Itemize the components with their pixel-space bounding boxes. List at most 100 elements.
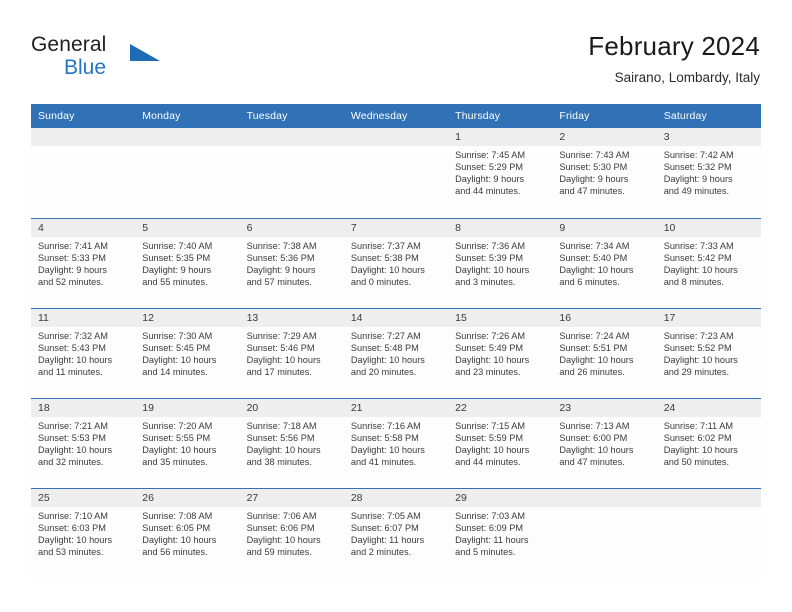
daylight-text-line2: and 55 minutes.	[142, 276, 208, 287]
calendar-day-cell[interactable]: 24 Sunrise: 7:11 AM Sunset: 6:02 PM Dayligh…	[656, 397, 761, 488]
sun-info: Sunrise: 7:03 AM Sunset: 6:09 PM Daylight:…	[448, 507, 552, 558]
sun-info: Sunrise: 7:11 AM Sunset: 6:02 PM Daylight:…	[657, 417, 761, 468]
sunset-text: Sunset: 5:48 PM	[350, 342, 419, 353]
calendar-week-row: 1 Sunrise: 7:45 AM Sunset: 5:29 PM Daylight…	[31, 128, 761, 218]
sun-info: Sunrise: 7:38 AM Sunset: 5:36 PM Daylight:…	[240, 237, 344, 288]
daylight-text-line2: and 29 minutes.	[663, 366, 730, 377]
logo-text-general: General	[31, 33, 107, 56]
sun-info: Sunrise: 7:45 AM Sunset: 5:29 PM Daylight:…	[448, 146, 552, 197]
daylight-text-line1: Daylight: 9 hours	[246, 264, 316, 275]
sunset-text: Sunset: 5:53 PM	[38, 432, 106, 443]
daylight-text-line2: and 52 minutes.	[38, 276, 104, 287]
sunset-text: Sunset: 5:42 PM	[663, 252, 732, 263]
sunset-text: Sunset: 6:02 PM	[663, 432, 732, 443]
sunrise-text: Sunrise: 7:06 AM	[246, 510, 317, 521]
calendar-day-cell[interactable]: 7 Sunrise: 7:37 AM Sunset: 5:38 PM Daylight…	[343, 217, 449, 308]
sun-info: Sunrise: 7:23 AM Sunset: 5:52 PM Daylight:…	[657, 327, 761, 378]
daylight-text-line1: Daylight: 9 hours	[142, 264, 212, 275]
sunset-text: Sunset: 5:46 PM	[246, 342, 315, 353]
sunrise-text: Sunrise: 7:38 AM	[246, 240, 317, 251]
calendar-day-cell[interactable]: 26 Sunrise: 7:08 AM Sunset: 6:05 PM Dayligh…	[135, 487, 240, 578]
calendar-day-cell[interactable]: 11 Sunrise: 7:32 AM Sunset: 5:43 PM Dayligh…	[31, 307, 136, 398]
sun-info: Sunrise: 7:15 AM Sunset: 5:59 PM Daylight:…	[448, 417, 552, 468]
sunrise-text: Sunrise: 7:45 AM	[455, 150, 526, 160]
day-number: 16	[552, 308, 657, 327]
daylight-text-line1: Daylight: 10 hours	[38, 354, 113, 365]
calendar-day-cell[interactable]: 28 Sunrise: 7:05 AM Sunset: 6:07 PM Dayligh…	[343, 487, 449, 578]
sunrise-text: Sunrise: 7:11 AM	[663, 420, 733, 431]
daylight-text-line1: Daylight: 9 hours	[38, 264, 107, 275]
sunrise-text: Sunrise: 7:36 AM	[455, 240, 526, 251]
calendar-day-cell[interactable]: 15 Sunrise: 7:26 AM Sunset: 5:49 PM Dayligh…	[448, 307, 553, 398]
calendar-day-cell[interactable]: 19 Sunrise: 7:20 AM Sunset: 5:55 PM Dayligh…	[135, 397, 240, 488]
daylight-text-line1: Daylight: 11 hours	[350, 534, 425, 545]
weekday-header-thursday: Thursday	[448, 104, 553, 128]
sunrise-text: Sunrise: 7:20 AM	[142, 420, 213, 431]
day-number: 6	[239, 218, 344, 237]
calendar-day-cell[interactable]: 17 Sunrise: 7:23 AM Sunset: 5:52 PM Dayligh…	[656, 307, 761, 398]
daylight-text-line2: and 41 minutes.	[350, 456, 417, 467]
day-number: 9	[552, 218, 657, 237]
calendar-day-cell[interactable]: 5 Sunrise: 7:40 AM Sunset: 5:35 PM Daylight…	[135, 217, 240, 308]
sun-info: Sunrise: 7:20 AM Sunset: 5:55 PM Daylight:…	[135, 417, 239, 468]
sun-info: Sunrise: 7:10 AM Sunset: 6:03 PM Daylight:…	[31, 507, 135, 558]
calendar-day-cell[interactable]: 6 Sunrise: 7:38 AM Sunset: 5:36 PM Daylight…	[239, 217, 344, 308]
calendar-day-cell[interactable]: 29 Sunrise: 7:03 AM Sunset: 6:09 PM Dayligh…	[448, 487, 553, 578]
calendar-day-cell[interactable]: 16 Sunrise: 7:24 AM Sunset: 5:51 PM Dayligh…	[552, 307, 657, 398]
day-number: 15	[448, 308, 553, 327]
calendar-day-cell[interactable]: 18 Sunrise: 7:21 AM Sunset: 5:53 PM Dayligh…	[31, 397, 136, 488]
calendar-day-cell[interactable]: 12 Sunrise: 7:30 AM Sunset: 5:45 PM Dayligh…	[135, 307, 240, 398]
calendar-day-cell-empty	[239, 128, 344, 218]
daylight-text-line2: and 11 minutes.	[38, 366, 103, 377]
daylight-text-line2: and 35 minutes.	[142, 456, 208, 467]
calendar-day-cell[interactable]: 2 Sunrise: 7:43 AM Sunset: 5:30 PM Daylight…	[552, 128, 657, 218]
calendar-day-cell[interactable]: 3 Sunrise: 7:42 AM Sunset: 5:32 PM Daylight…	[656, 128, 761, 218]
daylight-text-line1: Daylight: 10 hours	[246, 534, 321, 545]
sunset-text: Sunset: 6:05 PM	[142, 522, 211, 533]
daylight-text-line1: Daylight: 9 hours	[455, 174, 525, 185]
calendar-day-cell-empty	[552, 487, 657, 578]
sunset-text: Sunset: 5:38 PM	[350, 252, 419, 263]
day-number	[135, 128, 240, 146]
calendar-day-cell[interactable]: 1 Sunrise: 7:45 AM Sunset: 5:29 PM Daylight…	[448, 128, 553, 218]
day-number: 28	[343, 488, 449, 507]
sunrise-text: Sunrise: 7:32 AM	[38, 330, 108, 341]
calendar-day-cell[interactable]: 14 Sunrise: 7:27 AM Sunset: 5:48 PM Dayligh…	[343, 307, 449, 398]
calendar-day-cell[interactable]: 27 Sunrise: 7:06 AM Sunset: 6:06 PM Dayligh…	[239, 487, 344, 578]
day-number: 25	[31, 488, 136, 507]
sunset-text: Sunset: 6:07 PM	[350, 522, 419, 533]
calendar-day-cell[interactable]: 20 Sunrise: 7:18 AM Sunset: 5:56 PM Dayligh…	[239, 397, 344, 488]
calendar-day-cell[interactable]: 22 Sunrise: 7:15 AM Sunset: 5:59 PM Dayligh…	[448, 397, 553, 488]
sun-info: Sunrise: 7:32 AM Sunset: 5:43 PM Daylight:…	[31, 327, 135, 378]
calendar-day-cell[interactable]: 13 Sunrise: 7:29 AM Sunset: 5:46 PM Dayligh…	[239, 307, 344, 398]
calendar-day-cell[interactable]: 25 Sunrise: 7:10 AM Sunset: 6:03 PM Dayligh…	[31, 487, 136, 578]
generalblue-logo[interactable]: General Blue	[31, 34, 211, 90]
daylight-text-line1: Daylight: 10 hours	[38, 444, 113, 455]
daylight-text-line2: and 32 minutes.	[38, 456, 104, 467]
sun-info: Sunrise: 7:21 AM Sunset: 5:53 PM Daylight:…	[31, 417, 135, 468]
daylight-text-line1: Daylight: 10 hours	[559, 264, 634, 275]
calendar-day-cell[interactable]: 4 Sunrise: 7:41 AM Sunset: 5:33 PM Daylight…	[31, 217, 136, 308]
calendar-day-cell[interactable]: 23 Sunrise: 7:13 AM Sunset: 6:00 PM Dayligh…	[552, 397, 657, 488]
daylight-text-line1: Daylight: 10 hours	[455, 444, 530, 455]
daylight-text-line2: and 26 minutes.	[559, 366, 625, 377]
calendar-day-cell[interactable]: 21 Sunrise: 7:16 AM Sunset: 5:58 PM Dayligh…	[343, 397, 449, 488]
daylight-text-line2: and 44 minutes.	[455, 186, 521, 197]
daylight-text-line2: and 44 minutes.	[455, 456, 521, 467]
day-number: 20	[239, 398, 344, 417]
day-number	[343, 128, 449, 146]
location-subtitle: Sairano, Lombardy, Italy	[614, 70, 760, 85]
calendar-day-cell[interactable]: 10 Sunrise: 7:33 AM Sunset: 5:42 PM Dayligh…	[656, 217, 761, 308]
sunrise-text: Sunrise: 7:05 AM	[350, 510, 421, 521]
daylight-text-line1: Daylight: 10 hours	[663, 444, 738, 455]
sunset-text: Sunset: 6:03 PM	[38, 522, 106, 533]
sunrise-text: Sunrise: 7:27 AM	[350, 330, 421, 341]
sun-info: Sunrise: 7:24 AM Sunset: 5:51 PM Daylight:…	[552, 327, 656, 378]
triangle-icon	[130, 44, 160, 61]
weekday-header-friday: Friday	[552, 104, 657, 128]
calendar-day-cell[interactable]: 8 Sunrise: 7:36 AM Sunset: 5:39 PM Daylight…	[448, 217, 553, 308]
daylight-text-line2: and 47 minutes.	[559, 456, 625, 467]
sun-info: Sunrise: 7:43 AM Sunset: 5:30 PM Daylight:…	[552, 146, 656, 197]
calendar-day-cell[interactable]: 9 Sunrise: 7:34 AM Sunset: 5:40 PM Daylight…	[552, 217, 657, 308]
daylight-text-line1: Daylight: 10 hours	[246, 354, 321, 365]
